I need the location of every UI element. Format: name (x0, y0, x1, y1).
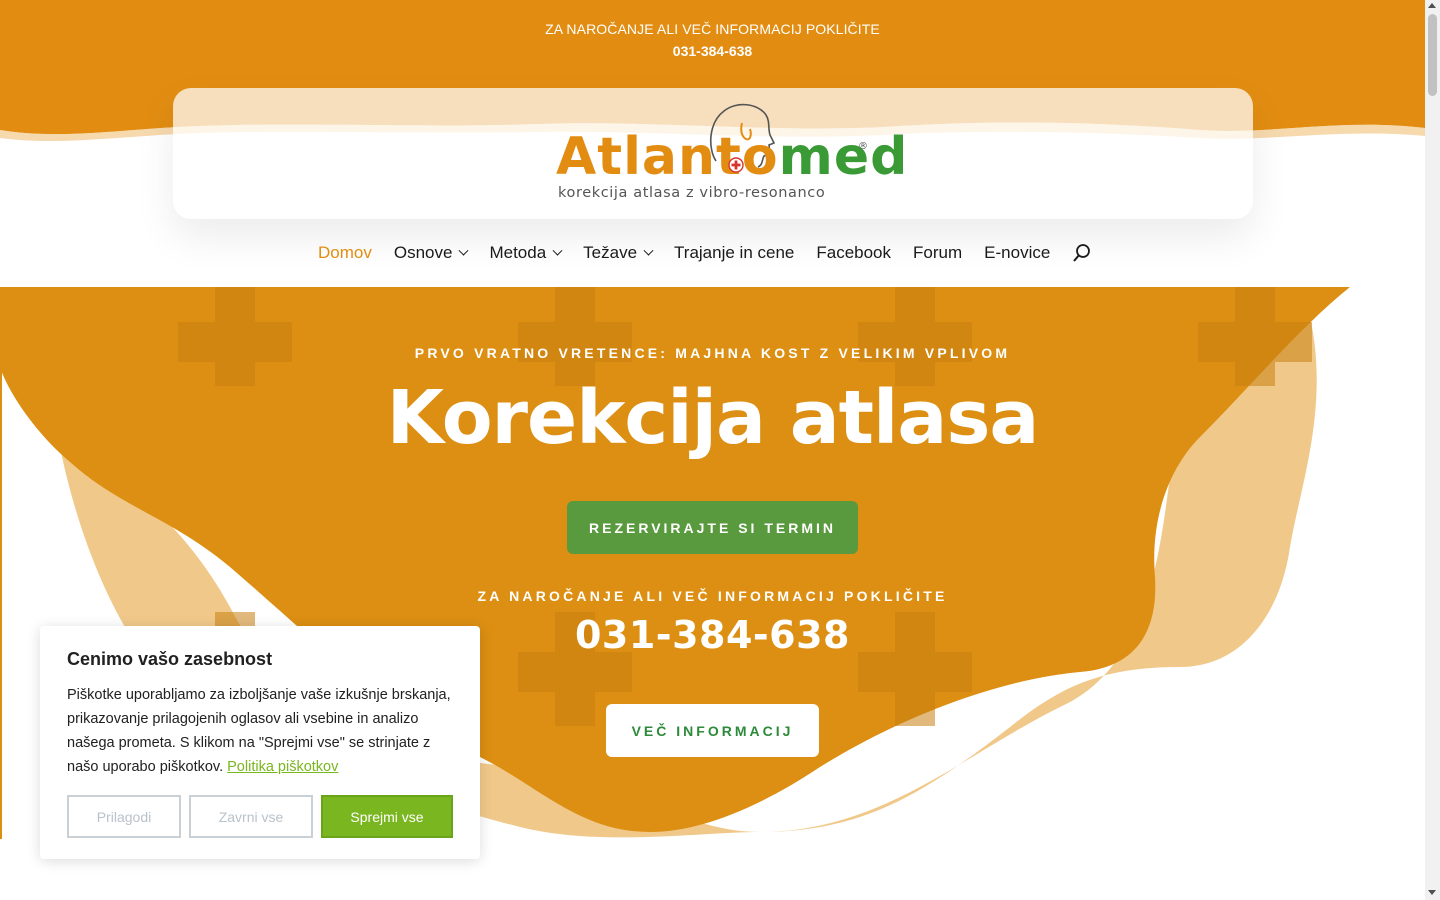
nav-item-domov[interactable]: Domov (318, 243, 372, 263)
nav-item-facebook[interactable]: Facebook (816, 243, 891, 263)
nav-item-metoda[interactable]: Metoda (489, 243, 563, 263)
medical-cross-icon (728, 157, 744, 173)
hero-call-label: ZA NAROČANJE ALI VEČ INFORMACIJ POKLIČIT… (477, 588, 948, 604)
topbar-phone[interactable]: 031-384-638 (0, 43, 1425, 59)
hero-subtitle: PRVO VRATNO VRETENCE: MAJHNA KOST Z VELI… (414, 345, 1011, 361)
nav-item-forum[interactable]: Forum (913, 243, 962, 263)
scroll-down-arrow-icon[interactable] (1428, 890, 1436, 895)
main-nav: Domov Osnove Metoda Težave Trajanje in c… (318, 240, 1092, 266)
site-logo[interactable]: Atlantomed ® korekcija atlasa z vibro-re… (556, 101, 907, 206)
cookie-accept-button[interactable]: Sprejmi vse (321, 795, 453, 838)
registered-mark: ® (858, 141, 868, 152)
nav-item-osnove[interactable]: Osnove (394, 243, 469, 263)
nav-item-e-novice[interactable]: E-novice (984, 243, 1050, 263)
nav-item-trajanje-in-cene[interactable]: Trajanje in cene (674, 243, 794, 263)
chevron-down-icon (643, 245, 654, 256)
cookie-customize-button[interactable]: Prilagodi (67, 795, 181, 838)
page-scrollbar[interactable] (1425, 0, 1440, 900)
book-appointment-button[interactable]: REZERVIRAJTE SI TERMIN (567, 501, 858, 554)
cookie-policy-link[interactable]: Politika piškotkov (227, 759, 338, 775)
cookie-title: Cenimo vašo zasebnost (67, 649, 273, 669)
search-button[interactable] (1072, 243, 1092, 263)
nav-item-tezave[interactable]: Težave (583, 243, 654, 263)
topbar-call-label: ZA NAROČANJE ALI VEČ INFORMACIJ POKLIČIT… (545, 21, 880, 37)
scroll-up-arrow-icon[interactable] (1428, 3, 1436, 8)
cookie-reject-button[interactable]: Zavrni vse (189, 795, 313, 838)
scroll-thumb[interactable] (1428, 14, 1437, 96)
chevron-down-icon (552, 245, 563, 256)
hero-title: Korekcija atlasa (386, 375, 1040, 461)
cookie-text: Piškotke uporabljamo za izboljšanje vaše… (67, 687, 451, 775)
cookie-consent-banner: Cenimo vašo zasebnost Piškotke uporablja… (40, 626, 480, 859)
logo-tagline: korekcija atlasa z vibro-resonanco (558, 185, 826, 201)
more-info-button[interactable]: VEČ INFORMACIJ (606, 704, 819, 757)
search-icon (1073, 244, 1091, 262)
chevron-down-icon (459, 245, 469, 256)
